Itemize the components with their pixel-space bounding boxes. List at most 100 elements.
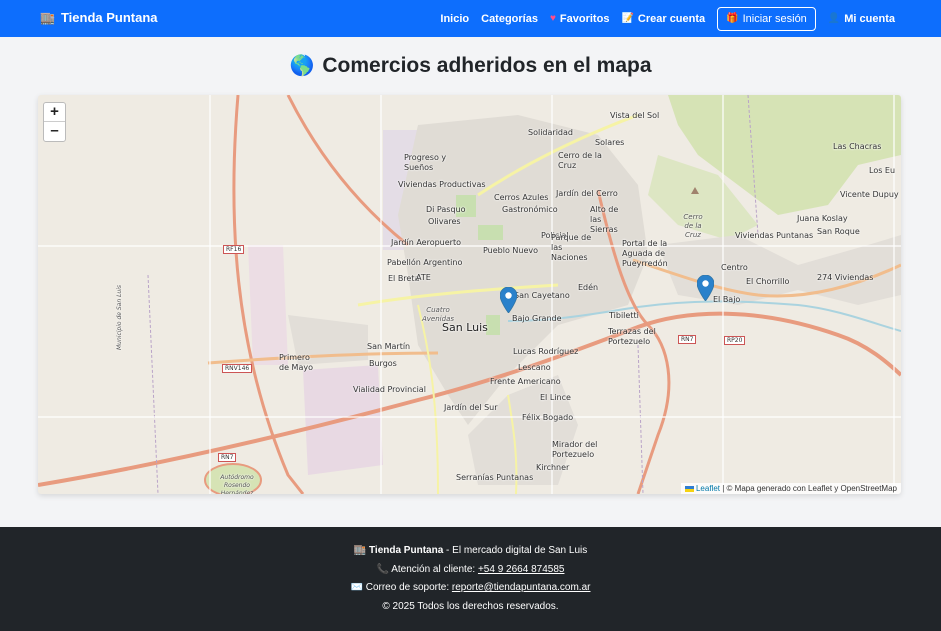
map-label: Jardín del Cerro xyxy=(556,189,618,198)
map-label: San Cayetano xyxy=(514,291,570,300)
map-label: El Lince xyxy=(540,393,571,402)
map-label: Jardín Aeropuerto xyxy=(391,238,461,247)
map-label: Cerro de la Cruz xyxy=(558,151,602,170)
map-label: Jardín del Sur xyxy=(444,403,498,412)
gift-icon: 🎁 xyxy=(726,13,739,24)
map-label: El Chorrillo xyxy=(746,277,790,286)
map-label: Portal de la Aguada de Pueyrredón xyxy=(622,239,668,268)
zoom-out-button[interactable]: – xyxy=(44,122,65,141)
ukraine-flag-icon xyxy=(684,485,694,492)
map-label: Los Eu xyxy=(869,166,896,175)
map-label: Kirchner xyxy=(536,463,570,472)
globe-icon: 🌎 xyxy=(289,55,315,77)
map-label: Cerros Azules xyxy=(494,193,549,202)
road-shield: RP20 xyxy=(724,336,746,345)
map-label: Di Pasquo xyxy=(426,205,466,214)
map-label: Lucas Rodríguez xyxy=(513,347,579,356)
footer: 🏬 Tienda Puntana - El mercado digital de… xyxy=(0,527,941,631)
store-icon: 🏬 xyxy=(40,10,55,25)
login-button-label: Iniciar sesión xyxy=(742,12,807,25)
map-label: Viviendas Puntanas xyxy=(735,231,814,240)
map-label: Pueblo Nuevo xyxy=(483,246,539,255)
road-shield: RNV146 xyxy=(222,364,253,373)
footer-email-line: ✉️ Correo de soporte: reporte@tiendapunt… xyxy=(0,582,941,593)
nav-menu: Inicio Categorías ♥ Favoritos 📝 Crear cuen… xyxy=(428,5,895,32)
map-label: Cerro de la Cruz xyxy=(683,213,703,239)
nav-categorias[interactable]: Categorías xyxy=(481,13,538,25)
map-label: 274 Viviendas xyxy=(817,273,874,282)
nav-mi-cuenta-label: Mi cuenta xyxy=(844,12,895,25)
attribution-text: | © Mapa generado con Leaflet y OpenStre… xyxy=(722,484,897,493)
road-shield: RN7 xyxy=(678,335,697,344)
map-label: Alto de las Sierras xyxy=(590,205,619,234)
nav-crear-cuenta[interactable]: 📝 Crear cuenta xyxy=(621,13,705,25)
map-label: San Roque xyxy=(817,227,860,236)
brand-name: Tienda Puntana xyxy=(60,10,158,25)
footer-tagline: - El mercado digital de San Luis xyxy=(446,545,588,556)
map-label: Burgos xyxy=(369,359,397,368)
map-label: Lescano xyxy=(518,363,551,372)
map-label: El Breta xyxy=(388,274,420,283)
map-label: Mirador del Portezuelo xyxy=(552,440,598,459)
map-tiles xyxy=(38,95,901,494)
nav-mi-cuenta[interactable]: 👤 Mi cuenta xyxy=(828,13,895,25)
login-button[interactable]: 🎁 Iniciar sesión xyxy=(717,6,816,31)
map-label: Pabellón Argentino xyxy=(387,258,463,267)
map-label: Solares xyxy=(595,138,625,147)
map-label: Parque de las Naciones xyxy=(551,233,592,262)
map-label: Viviendas Productivas xyxy=(398,180,486,189)
nav-favoritos-label: Favoritos xyxy=(559,12,610,25)
map-attribution: Leaflet | © Mapa generado con Leaflet y … xyxy=(680,483,901,494)
map-label: Progreso y Sueños xyxy=(404,153,447,172)
map-label: Centro xyxy=(721,263,748,272)
nav-inicio-label: Inicio xyxy=(440,12,470,25)
map-container[interactable]: Vista del Sol Solidaridad Solares Cerro … xyxy=(38,95,901,494)
phone-icon: 📞 xyxy=(376,564,389,575)
map-label: Juana Koslay xyxy=(797,214,848,223)
footer-brand-line: 🏬 Tienda Puntana - El mercado digital de… xyxy=(0,545,941,556)
nav-categorias-label: Categorías xyxy=(481,12,538,25)
map-label: Serranías Puntanas xyxy=(456,473,534,482)
footer-phone-link[interactable]: +54 9 2664 874585 xyxy=(478,564,564,575)
nav-favoritos[interactable]: ♥ Favoritos xyxy=(550,13,609,25)
map-label: Olivares xyxy=(428,217,461,226)
footer-phone-label: Atención al cliente: xyxy=(391,564,476,575)
nav-crear-cuenta-label: Crear cuenta xyxy=(637,12,706,25)
footer-brand: Tienda Puntana xyxy=(368,545,444,556)
road-shield: RN7 xyxy=(218,453,237,462)
leaflet-link[interactable]: Leaflet xyxy=(696,484,720,493)
user-icon: 👤 xyxy=(827,13,841,24)
city-label: San Luis xyxy=(442,321,488,334)
map-label: Frente Americano xyxy=(490,377,561,386)
zoom-control: + – xyxy=(43,102,66,142)
map-label: Edén xyxy=(578,283,599,292)
footer-copyright: © 2025 Todos los derechos reservados. xyxy=(382,601,559,612)
map-label: Vicente Dupuy xyxy=(840,190,899,199)
heart-icon: ♥ xyxy=(549,13,556,24)
brand-link[interactable]: 🏬 Tienda Puntana xyxy=(40,10,158,25)
footer-email-link[interactable]: reporte@tiendapuntana.com.ar xyxy=(452,582,591,593)
map-label: Tibiletti xyxy=(609,311,639,320)
map-label: Gastronómico xyxy=(502,205,558,214)
nav-inicio[interactable]: Inicio xyxy=(440,13,469,25)
zoom-in-button[interactable]: + xyxy=(44,103,65,122)
store-icon: 🏬 xyxy=(353,545,367,556)
footer-phone-line: 📞 Atención al cliente: +54 9 2664 874585 xyxy=(0,564,941,575)
store-marker-2[interactable] xyxy=(697,275,714,301)
map-label: Las Chacras xyxy=(833,142,882,151)
map-label: Municipio de San Luis xyxy=(116,284,123,350)
map-label: Solidaridad xyxy=(528,128,573,137)
store-marker-1[interactable] xyxy=(500,287,517,313)
map-label: Vista del Sol xyxy=(610,111,660,120)
road-shield: RF16 xyxy=(223,245,245,254)
map-label: Autódromo Rosendo Hernández xyxy=(220,474,254,494)
map-label: Primero de Mayo xyxy=(279,353,313,372)
navbar: 🏬 Tienda Puntana Inicio Categorías ♥ Favo… xyxy=(0,0,941,37)
page-title-text: Comercios adheridos en el mapa xyxy=(322,53,652,77)
map-label: San Martín xyxy=(367,342,411,351)
footer-email-label: Correo de soporte: xyxy=(365,582,450,593)
envelope-icon: ✉️ xyxy=(350,582,363,593)
map-label: Félix Bogado xyxy=(522,413,574,422)
memo-icon: 📝 xyxy=(621,13,634,24)
map-label: Bajo Grande xyxy=(512,314,562,323)
